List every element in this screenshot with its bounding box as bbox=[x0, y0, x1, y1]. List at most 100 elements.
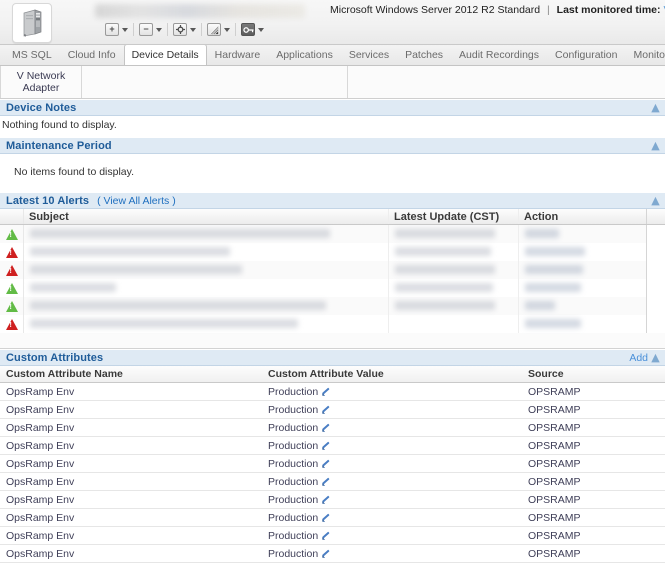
chevron-double-up-icon[interactable]: ▲ bbox=[650, 140, 661, 151]
severity-triangle-icon bbox=[5, 282, 18, 294]
alert-subject[interactable] bbox=[24, 279, 388, 297]
severity-triangle-icon bbox=[5, 300, 18, 312]
custom-attribute-row: OpsRamp Env Production OPSRAMP bbox=[0, 491, 665, 509]
edit-pencil-icon[interactable] bbox=[322, 496, 330, 504]
edit-pencil-icon[interactable] bbox=[322, 460, 330, 468]
redacted-text bbox=[30, 319, 298, 328]
add-menu-button[interactable]: + bbox=[105, 23, 128, 36]
alert-subject[interactable] bbox=[24, 297, 388, 315]
banner-metadata: Microsoft Windows Server 2012 R2 Standar… bbox=[330, 3, 665, 17]
remove-square-icon: − bbox=[139, 23, 153, 36]
redacted-text bbox=[395, 265, 495, 274]
toolbar-group-3 bbox=[202, 23, 235, 36]
alert-latest-update[interactable] bbox=[388, 225, 518, 243]
add-custom-attribute-link[interactable]: Add bbox=[629, 352, 648, 364]
alert-latest-update[interactable] bbox=[388, 315, 518, 333]
network-adapter-label: V Network Adapter bbox=[0, 66, 82, 98]
custom-attribute-row: OpsRamp Env Production OPSRAMP bbox=[0, 509, 665, 527]
custom-attribute-row: OpsRamp Env Production OPSRAMP bbox=[0, 455, 665, 473]
tab-hardware[interactable]: Hardware bbox=[207, 45, 269, 65]
alert-row[interactable] bbox=[0, 225, 665, 243]
alerts-row-container bbox=[0, 225, 665, 333]
device-banner: Microsoft Windows Server 2012 R2 Standar… bbox=[0, 0, 665, 45]
custom-attribute-value: Production bbox=[268, 529, 319, 542]
alert-subject[interactable] bbox=[24, 261, 388, 279]
edit-pencil-icon[interactable] bbox=[322, 406, 330, 414]
chevron-down-icon bbox=[258, 27, 264, 32]
alert-action[interactable] bbox=[518, 261, 646, 279]
chart-glyph bbox=[209, 25, 219, 34]
alert-latest-update[interactable] bbox=[388, 243, 518, 261]
tab-monitors[interactable]: Monitors bbox=[625, 45, 665, 65]
custom-attribute-source: OPSRAMP bbox=[528, 529, 581, 542]
tab-applications[interactable]: Applications bbox=[268, 45, 341, 65]
custom-attribute-value: Production bbox=[268, 403, 319, 416]
custom-attribute-value-cell: Production bbox=[268, 548, 528, 560]
custom-attribute-value: Production bbox=[268, 475, 319, 488]
alert-row[interactable] bbox=[0, 261, 665, 279]
alert-row[interactable] bbox=[0, 315, 665, 333]
alert-latest-update[interactable] bbox=[388, 261, 518, 279]
alert-subject[interactable] bbox=[24, 243, 388, 261]
custom-attribute-name: OpsRamp Env bbox=[6, 403, 75, 416]
edit-pencil-icon[interactable] bbox=[322, 442, 330, 450]
alert-latest-update[interactable] bbox=[388, 297, 518, 315]
alert-action[interactable] bbox=[518, 297, 646, 315]
edit-pencil-icon[interactable] bbox=[322, 550, 330, 558]
tab-patches[interactable]: Patches bbox=[397, 45, 451, 65]
device-name-redacted bbox=[95, 4, 305, 18]
alert-row[interactable] bbox=[0, 297, 665, 315]
view-all-alerts-link[interactable]: ( View All Alerts ) bbox=[97, 195, 176, 207]
network-adapter-cell-2 bbox=[82, 66, 348, 98]
device-notes-header: Device Notes ▲ bbox=[0, 99, 665, 116]
chevron-down-icon bbox=[156, 27, 162, 32]
tab-ms-sql[interactable]: MS SQL bbox=[4, 45, 60, 65]
custom-attribute-value-cell: Production bbox=[268, 404, 528, 416]
alert-action[interactable] bbox=[518, 225, 646, 243]
tab-device-details[interactable]: Device Details bbox=[123, 45, 207, 65]
network-adapter-table-partial: V Network Adapter bbox=[0, 66, 665, 99]
edit-pencil-icon[interactable] bbox=[322, 514, 330, 522]
custom-attributes-header-actions: Add ▲ bbox=[629, 350, 661, 365]
tab-audit-recordings[interactable]: Audit Recordings bbox=[451, 45, 547, 65]
custom-attribute-name: OpsRamp Env bbox=[6, 457, 75, 470]
alert-row-overflow bbox=[646, 261, 665, 279]
edit-pencil-icon[interactable] bbox=[322, 388, 330, 396]
metrics-menu-button[interactable] bbox=[207, 23, 230, 36]
latest-alerts-title: Latest 10 Alerts bbox=[6, 194, 90, 207]
redacted-text bbox=[30, 247, 230, 256]
redacted-text bbox=[525, 319, 581, 328]
os-label: Microsoft Windows Server 2012 R2 Standar… bbox=[330, 4, 541, 16]
redacted-text bbox=[395, 301, 495, 310]
custom-attributes-header-row: Custom Attribute Name Custom Attribute V… bbox=[0, 366, 665, 383]
alert-row-overflow bbox=[646, 297, 665, 315]
custom-attribute-source: OPSRAMP bbox=[528, 403, 581, 416]
custom-attribute-source: OPSRAMP bbox=[528, 547, 581, 560]
alert-action[interactable] bbox=[518, 315, 646, 333]
gear-glyph bbox=[175, 25, 185, 34]
alert-action[interactable] bbox=[518, 243, 646, 261]
edit-pencil-icon[interactable] bbox=[322, 478, 330, 486]
alert-action[interactable] bbox=[518, 279, 646, 297]
alert-row[interactable] bbox=[0, 243, 665, 261]
custom-attribute-value-cell: Production bbox=[268, 530, 528, 542]
remove-menu-button[interactable]: − bbox=[139, 23, 162, 36]
toolbar-group-0: + bbox=[100, 23, 133, 36]
tab-cloud-info[interactable]: Cloud Info bbox=[60, 45, 124, 65]
alert-row[interactable] bbox=[0, 279, 665, 297]
redacted-text bbox=[30, 229, 330, 238]
tab-services[interactable]: Services bbox=[341, 45, 397, 65]
credentials-menu-button[interactable] bbox=[241, 23, 264, 36]
chevron-double-up-icon[interactable]: ▲ bbox=[650, 195, 661, 206]
edit-pencil-icon[interactable] bbox=[322, 424, 330, 432]
chevron-double-up-icon[interactable]: ▲ bbox=[650, 102, 661, 113]
alert-subject[interactable] bbox=[24, 315, 388, 333]
redacted-text bbox=[395, 283, 493, 292]
tab-configuration[interactable]: Configuration bbox=[547, 45, 625, 65]
alert-latest-update[interactable] bbox=[388, 279, 518, 297]
settings-menu-button[interactable] bbox=[173, 23, 196, 36]
alert-subject[interactable] bbox=[24, 225, 388, 243]
edit-pencil-icon[interactable] bbox=[322, 532, 330, 540]
chevron-double-up-icon[interactable]: ▲ bbox=[650, 352, 661, 363]
custom-attribute-row: OpsRamp Env Production OPSRAMP bbox=[0, 419, 665, 437]
